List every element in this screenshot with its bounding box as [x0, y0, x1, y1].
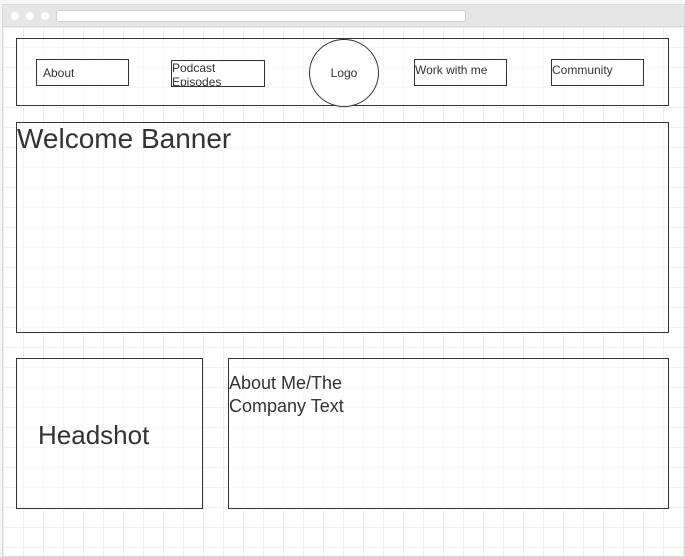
- logo-label: Logo: [330, 66, 358, 80]
- nav-podcast-episodes-button[interactable]: Podcast Episodes: [171, 60, 265, 87]
- banner-title: Welcome Banner: [17, 123, 232, 154]
- welcome-banner: Welcome Banner: [16, 122, 669, 333]
- window-close-dot-icon[interactable]: [11, 12, 19, 20]
- logo[interactable]: Logo: [309, 39, 379, 107]
- nav-about-label: About: [43, 66, 75, 80]
- nav-community-label: Community: [552, 63, 613, 77]
- browser-toolbar: [3, 5, 684, 27]
- about-label: About Me/The Company Text: [229, 373, 344, 416]
- window-maximize-dot-icon[interactable]: [41, 12, 49, 20]
- nav-work-with-me-label: Work with me: [415, 63, 488, 77]
- window-minimize-dot-icon[interactable]: [26, 12, 34, 20]
- headshot-label: Headshot: [38, 420, 150, 450]
- address-bar[interactable]: [56, 10, 466, 22]
- nav-community-button[interactable]: Community: [551, 59, 644, 86]
- nav-work-with-me-button[interactable]: Work with me: [414, 59, 507, 86]
- nav-podcast-episodes-label: Podcast Episodes: [172, 61, 222, 87]
- about-text-section: About Me/The Company Text: [228, 358, 669, 509]
- headshot-placeholder: Headshot: [16, 358, 203, 509]
- nav-about-button[interactable]: About: [36, 59, 129, 86]
